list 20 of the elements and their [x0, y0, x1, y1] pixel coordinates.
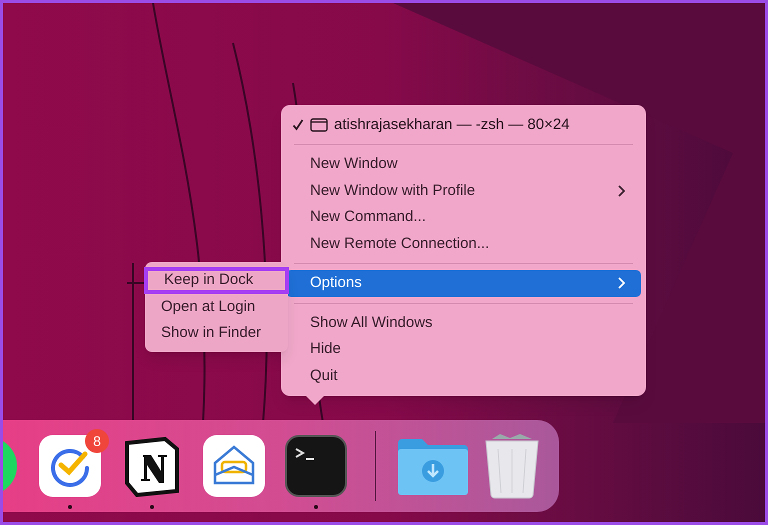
menu-item[interactable]: New Window	[286, 151, 641, 178]
menu-item[interactable]: New Window with Profile	[286, 178, 641, 204]
menu-item[interactable]: New Command...	[286, 204, 641, 230]
chevron-icon	[617, 277, 625, 290]
trash-can-icon[interactable]	[484, 433, 540, 499]
menu-item[interactable]: Show All Windows	[286, 310, 641, 336]
checkmark-circle-app-icon[interactable]	[39, 435, 101, 497]
chevron-icon	[617, 184, 625, 197]
menu-item[interactable]: Hide	[286, 336, 641, 362]
menu-item[interactable]: New Remote Connection...	[286, 230, 641, 257]
menu-item[interactable]: Quit	[286, 362, 641, 389]
window-icon	[310, 118, 328, 132]
menu-item[interactable]: Keep in Dock	[144, 267, 289, 294]
menu-item[interactable]: Options	[286, 270, 641, 296]
envelope-icon[interactable]	[203, 435, 265, 497]
terminal-icon[interactable]	[285, 435, 347, 497]
notification-badge: 8	[85, 429, 109, 453]
menu-item[interactable]: Open at Login	[145, 294, 288, 320]
menu-item[interactable]: Show in Finder	[145, 320, 288, 346]
window-title[interactable]: atishrajasekharan — -zsh — 80×24	[334, 114, 570, 136]
